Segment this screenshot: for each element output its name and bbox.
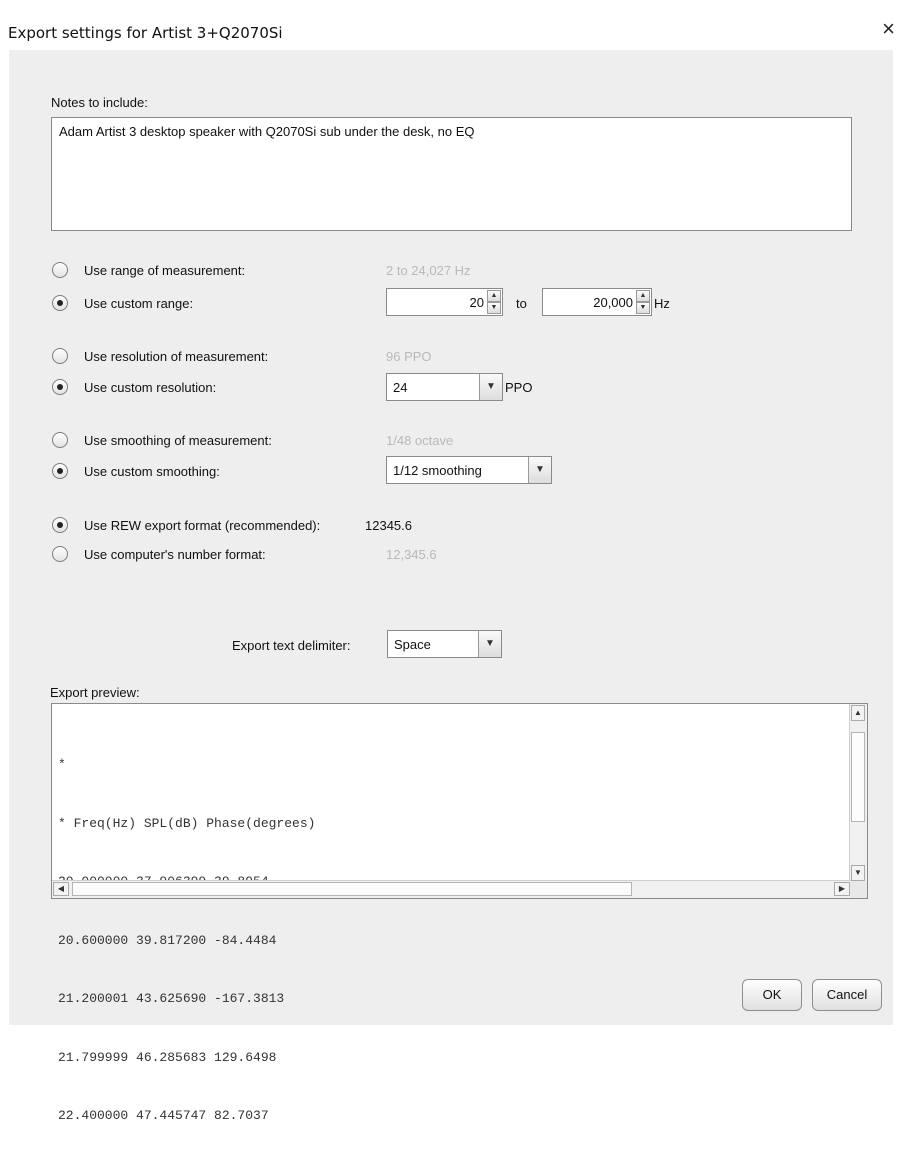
spinner-down-icon[interactable]: ▼	[636, 302, 650, 314]
delimiter-label: Export text delimiter:	[232, 638, 351, 653]
smoothing-custom-radio[interactable]	[52, 463, 68, 479]
range-custom-radio[interactable]	[52, 295, 68, 311]
preview-line: * Freq(Hz) SPL(dB) Phase(degrees)	[58, 815, 316, 831]
range-custom-label: Use custom range:	[84, 296, 194, 311]
chevron-down-icon[interactable]: ▼	[479, 374, 502, 400]
resolution-unit-label: PPO	[505, 380, 533, 395]
range-to-label: to	[516, 296, 527, 311]
format-computer-radio[interactable]	[52, 546, 68, 562]
range-from-value: 20	[469, 295, 484, 310]
export-preview[interactable]: * * Freq(Hz) SPL(dB) Phase(degrees) 20.0…	[51, 703, 868, 1123]
cancel-button[interactable]: Cancel	[812, 979, 882, 1011]
resolution-measurement-radio[interactable]	[52, 348, 68, 364]
format-rew-label: Use REW export format (recommended):	[84, 518, 321, 533]
scroll-corner	[850, 881, 867, 898]
preview-line: 21.799999 46.285683 129.6498	[58, 1049, 277, 1065]
scroll-up-icon[interactable]: ▲	[851, 705, 865, 721]
spinner-down-icon[interactable]: ▼	[487, 302, 501, 314]
range-measurement-label: Use range of measurement:	[84, 263, 246, 278]
preview-text: * * Freq(Hz) SPL(dB) Phase(degrees) 20.0…	[58, 716, 315, 1165]
resolution-measurement-value: 96 PPO	[386, 349, 432, 364]
scroll-left-icon[interactable]: ◀	[53, 882, 69, 896]
scroll-down-icon[interactable]: ▼	[851, 865, 865, 881]
range-to-value: 20,000	[593, 295, 633, 310]
spinner-up-icon[interactable]: ▲	[636, 290, 650, 302]
range-measurement-value: 2 to 24,027 Hz	[386, 263, 471, 278]
format-rew-radio[interactable]	[52, 517, 68, 533]
preview-line: *	[58, 757, 66, 772]
preview-line: 22.400000 47.445747 82.7037	[58, 1108, 269, 1123]
delimiter-value: Space	[394, 637, 431, 652]
scroll-right-icon[interactable]: ▶	[834, 882, 850, 896]
preview-label: Export preview:	[50, 685, 140, 700]
smoothing-value: 1/12 smoothing	[393, 463, 482, 478]
resolution-custom-label: Use custom resolution:	[84, 380, 217, 395]
preview-line: 21.200001 43.625690 -167.3813	[58, 991, 285, 1006]
horizontal-scroll-thumb[interactable]	[72, 882, 632, 896]
format-computer-value: 12,345.6	[386, 547, 437, 562]
vertical-scroll-thumb[interactable]	[851, 732, 865, 822]
title-bar: Export settings for Artist 3+Q2070Si ×	[0, 0, 901, 50]
format-rew-value: 12345.6	[365, 518, 412, 533]
resolution-value: 24	[393, 380, 408, 395]
smoothing-measurement-value: 1/48 octave	[386, 433, 454, 448]
vertical-scrollbar[interactable]: ▲ ▼	[849, 704, 867, 882]
chevron-down-icon[interactable]: ▼	[478, 631, 501, 657]
smoothing-measurement-radio[interactable]	[52, 432, 68, 448]
range-from-spinner[interactable]: 20 ▲ ▼	[386, 288, 503, 316]
resolution-measurement-label: Use resolution of measurement:	[84, 349, 269, 364]
notes-textarea[interactable]: Adam Artist 3 desktop speaker with Q2070…	[51, 117, 852, 231]
format-computer-label: Use computer's number format:	[84, 547, 266, 562]
resolution-custom-radio[interactable]	[52, 379, 68, 395]
window-title: Export settings for Artist 3+Q2070Si	[8, 24, 283, 42]
ok-button[interactable]: OK	[742, 979, 802, 1011]
smoothing-measurement-label: Use smoothing of measurement:	[84, 433, 272, 448]
close-icon[interactable]: ×	[882, 18, 895, 40]
range-to-spinner[interactable]: 20,000 ▲ ▼	[542, 288, 652, 316]
smoothing-custom-label: Use custom smoothing:	[84, 464, 220, 479]
range-measurement-radio[interactable]	[52, 262, 68, 278]
smoothing-combo[interactable]: 1/12 smoothing ▼	[386, 456, 552, 484]
dialog-panel: Notes to include: Adam Artist 3 desktop …	[9, 50, 893, 1123]
resolution-combo[interactable]: 24 ▼	[386, 373, 503, 401]
range-unit-label: Hz	[654, 296, 670, 311]
horizontal-scrollbar[interactable]: ◀ ▶	[52, 880, 851, 898]
preview-line: 20.600000 39.817200 -84.4484	[58, 932, 277, 948]
notes-label: Notes to include:	[51, 95, 148, 110]
delimiter-combo[interactable]: Space ▼	[387, 630, 502, 658]
chevron-down-icon[interactable]: ▼	[528, 457, 551, 483]
spinner-up-icon[interactable]: ▲	[487, 290, 501, 302]
